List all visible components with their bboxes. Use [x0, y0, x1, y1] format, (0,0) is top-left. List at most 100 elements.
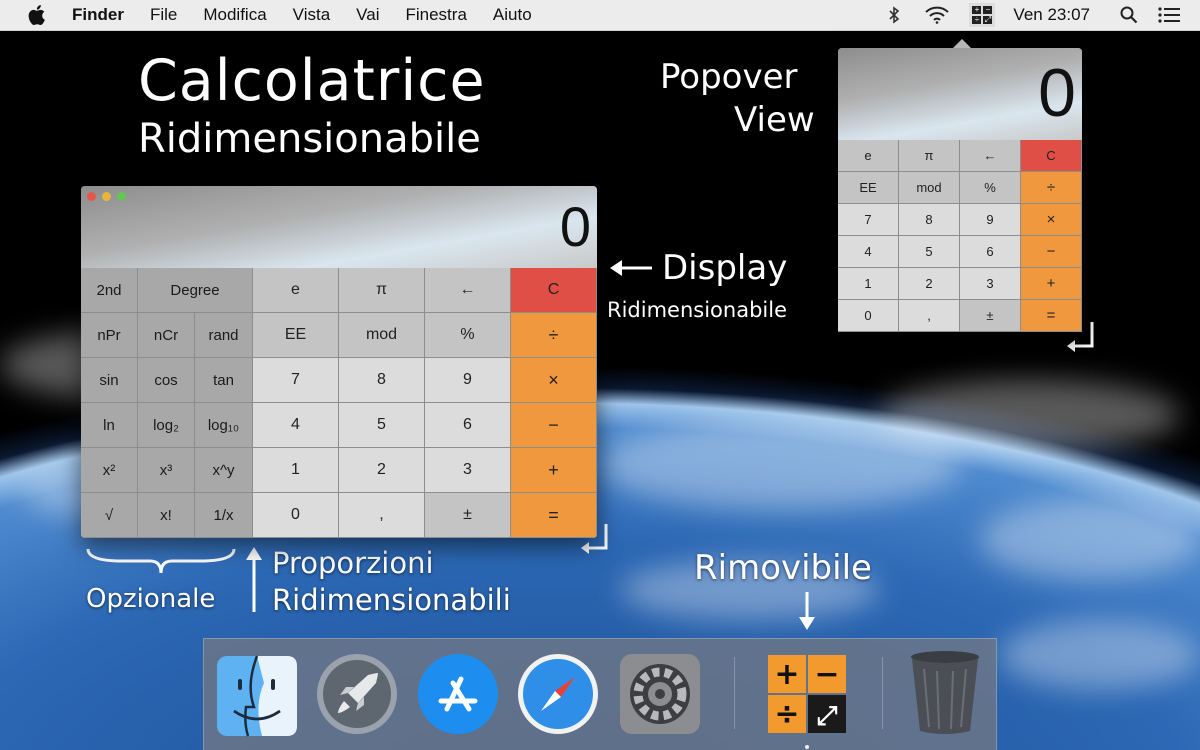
bluetooth-icon[interactable] — [883, 4, 905, 26]
popover-key-e[interactable]: e — [838, 140, 899, 172]
dock-separator — [734, 657, 735, 729]
key-clear[interactable]: C — [511, 268, 597, 313]
key-ee[interactable]: EE — [253, 313, 339, 358]
key-backspace[interactable]: ← — [425, 268, 511, 313]
dock-app-store-icon[interactable] — [417, 653, 499, 735]
popover-key-2[interactable]: 2 — [899, 268, 960, 300]
key-plus[interactable]: + — [511, 448, 597, 493]
status-divide-glyph: ÷ — [972, 16, 982, 24]
key-sqrt[interactable]: √ — [81, 493, 138, 538]
popover-key-equals[interactable]: = — [1021, 300, 1082, 332]
menu-bar: Finder File Modifica Vista Vai Finestra … — [0, 0, 1200, 31]
popover-key-clear[interactable]: C — [1021, 140, 1082, 172]
notification-center-icon[interactable] — [1158, 4, 1180, 26]
menu-edit[interactable]: Modifica — [203, 5, 266, 25]
popover-key-multiply[interactable]: × — [1021, 204, 1082, 236]
popover-key-minus[interactable]: − — [1021, 236, 1082, 268]
key-cube[interactable]: x³ — [138, 448, 195, 493]
popover-key-plus[interactable]: + — [1021, 268, 1082, 300]
dock-calc-plus-glyph: + — [774, 657, 799, 692]
key-factorial[interactable]: x! — [138, 493, 195, 538]
popover-key-sign[interactable]: ± — [960, 300, 1021, 332]
proportions-annotation-line2: Ridimensionabili — [272, 583, 511, 617]
menu-file[interactable]: File — [150, 5, 177, 25]
key-cos[interactable]: cos — [138, 358, 195, 403]
key-ln[interactable]: ln — [81, 403, 138, 448]
popover-key-3[interactable]: 3 — [960, 268, 1021, 300]
key-minus[interactable]: − — [511, 403, 597, 448]
brace-icon — [86, 548, 236, 574]
dock-safari-icon[interactable] — [517, 653, 599, 735]
key-5[interactable]: 5 — [339, 403, 425, 448]
down-arrow-icon — [799, 592, 815, 630]
menu-window[interactable]: Finestra — [405, 5, 466, 25]
minimize-button[interactable] — [102, 192, 111, 201]
close-button[interactable] — [87, 192, 96, 201]
key-equals[interactable]: = — [511, 493, 597, 538]
key-percent[interactable]: % — [425, 313, 511, 358]
key-sign[interactable]: ± — [425, 493, 511, 538]
key-9[interactable]: 9 — [425, 358, 511, 403]
wifi-icon[interactable] — [923, 4, 951, 26]
popover-key-5[interactable]: 5 — [899, 236, 960, 268]
key-multiply[interactable]: × — [511, 358, 597, 403]
dock-calculator-icon[interactable]: + − ÷ ⤢ — [766, 653, 848, 735]
dock: + − ÷ ⤢ — [203, 638, 997, 750]
menu-help[interactable]: Aiuto — [493, 5, 532, 25]
key-sin[interactable]: sin — [81, 358, 138, 403]
key-reciprocal[interactable]: 1/x — [195, 493, 253, 538]
menu-clock[interactable]: Ven 23:07 — [1013, 5, 1090, 25]
key-mod[interactable]: mod — [339, 313, 425, 358]
key-3[interactable]: 3 — [425, 448, 511, 493]
apple-menu-icon[interactable] — [28, 4, 52, 26]
key-8[interactable]: 8 — [339, 358, 425, 403]
key-npr[interactable]: nPr — [81, 313, 138, 358]
popover-key-4[interactable]: 4 — [838, 236, 899, 268]
dock-finder-icon[interactable] — [216, 655, 298, 737]
key-7[interactable]: 7 — [253, 358, 339, 403]
popover-key-mod[interactable]: mod — [899, 172, 960, 204]
popover-key-0[interactable]: 0 — [838, 300, 899, 332]
key-rand[interactable]: rand — [195, 313, 253, 358]
key-6[interactable]: 6 — [425, 403, 511, 448]
key-pi[interactable]: π — [339, 268, 425, 313]
dock-system-preferences-icon[interactable] — [619, 653, 701, 735]
popover-key-decimal[interactable]: , — [899, 300, 960, 332]
popover-key-pi[interactable]: π — [899, 140, 960, 172]
title-subheading: Ridimensionabile — [138, 116, 481, 162]
popover-key-divide[interactable]: ÷ — [1021, 172, 1082, 204]
dock-trash-icon[interactable] — [904, 649, 986, 734]
key-0[interactable]: 0 — [253, 493, 339, 538]
spotlight-search-icon[interactable] — [1118, 4, 1140, 26]
dock-calc-minus-glyph: − — [814, 657, 839, 692]
popover-key-9[interactable]: 9 — [960, 204, 1021, 236]
popover-key-6[interactable]: 6 — [960, 236, 1021, 268]
key-2nd[interactable]: 2nd — [81, 268, 138, 313]
key-power[interactable]: x^y — [195, 448, 253, 493]
calculator-status-icon[interactable]: + − ÷ ⤢ — [969, 3, 996, 27]
key-ncr[interactable]: nCr — [138, 313, 195, 358]
key-tan[interactable]: tan — [195, 358, 253, 403]
popover-key-1[interactable]: 1 — [838, 268, 899, 300]
key-1[interactable]: 1 — [253, 448, 339, 493]
popover-key-7[interactable]: 7 — [838, 204, 899, 236]
key-4[interactable]: 4 — [253, 403, 339, 448]
key-divide[interactable]: ÷ — [511, 313, 597, 358]
menu-app-finder[interactable]: Finder — [72, 5, 124, 25]
key-log2[interactable]: log₂ — [138, 403, 195, 448]
key-e[interactable]: e — [253, 268, 339, 313]
key-decimal[interactable]: , — [339, 493, 425, 538]
popover-key-8[interactable]: 8 — [899, 204, 960, 236]
dock-launchpad-icon[interactable] — [316, 653, 398, 735]
key-square[interactable]: x² — [81, 448, 138, 493]
dock-calc-expand-glyph: ⤢ — [817, 701, 838, 731]
key-degree[interactable]: Degree — [138, 268, 253, 313]
popover-key-ee[interactable]: EE — [838, 172, 899, 204]
zoom-button[interactable] — [117, 192, 126, 201]
key-2[interactable]: 2 — [339, 448, 425, 493]
key-log10[interactable]: log₁₀ — [195, 403, 253, 448]
menu-view[interactable]: Vista — [293, 5, 331, 25]
menu-go[interactable]: Vai — [356, 5, 379, 25]
popover-key-backspace[interactable]: ← — [960, 140, 1021, 172]
popover-key-percent[interactable]: % — [960, 172, 1021, 204]
